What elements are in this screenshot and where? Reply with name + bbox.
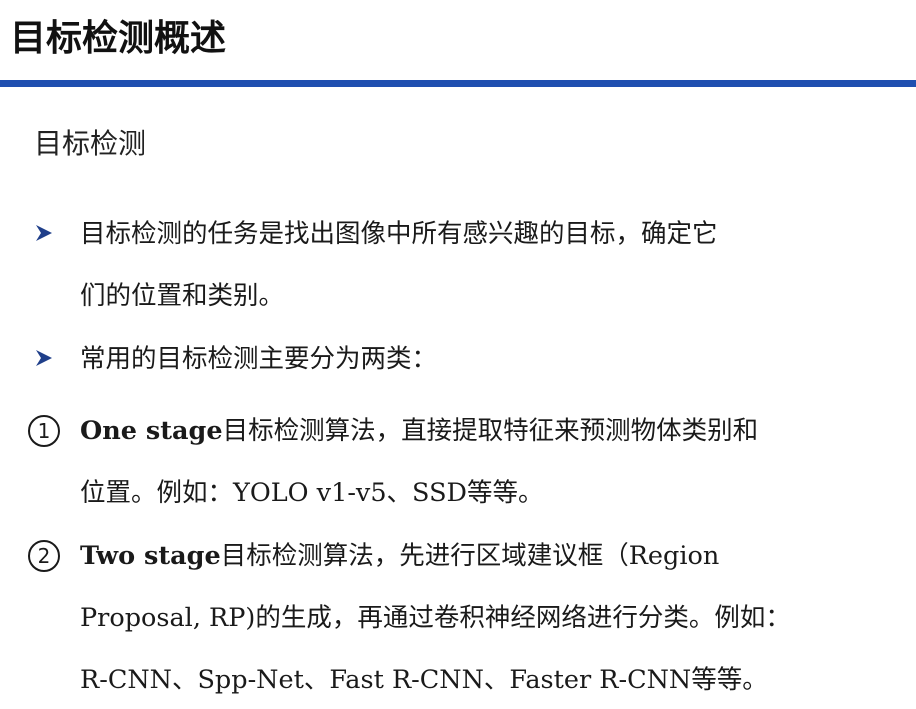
bullet-text: 目标检测的任务是找出图像中所有感兴趣的目标，确定它 们的位置和类别。 (80, 203, 880, 327)
term-one-stage: One stage (80, 416, 223, 446)
numbered-text: One stage目标检测算法，直接提取特征来预测物体类别和 位置。例如：YOL… (80, 400, 880, 524)
numbered-line: Two stage目标检测算法，先进行区域建议框（Region (80, 525, 880, 587)
numbered-text: Two stage目标检测算法，先进行区域建议框（Region Proposal… (80, 525, 880, 709)
right-arrowhead-icon (36, 350, 52, 366)
numbered-line: Proposal, RP)的生成，再通过卷积神经网络进行分类。例如： (80, 603, 791, 633)
title-divider (0, 80, 916, 87)
circled-number-two: 2 (28, 540, 60, 572)
section-subtitle: 目标检测 (34, 127, 147, 160)
numbered-line: One stage目标检测算法，直接提取特征来预测物体类别和 (80, 400, 880, 462)
bullet-text: 常用的目标检测主要分为两类： (80, 328, 880, 390)
bullet-line: 目标检测的任务是找出图像中所有感兴趣的目标，确定它 (80, 219, 718, 249)
right-arrowhead-icon (36, 225, 52, 241)
term-two-stage: Two stage (80, 541, 221, 571)
numbered-line: 位置。例如：YOLO v1-v5、SSD等等。 (80, 478, 544, 508)
bullet-line: 们的位置和类别。 (80, 281, 285, 311)
numbered-line: R-CNN、Spp-Net、Fast R-CNN、Faster R-CNN等等。 (80, 665, 768, 695)
circled-number-one: 1 (28, 415, 60, 447)
numbered-line-rest: 目标检测算法，先进行区域建议框（Region (220, 541, 720, 571)
bullet-line: 常用的目标检测主要分为两类： (80, 344, 438, 374)
slide-title: 目标检测概述 (10, 18, 227, 59)
numbered-line-rest: 目标检测算法，直接提取特征来预测物体类别和 (222, 416, 759, 446)
